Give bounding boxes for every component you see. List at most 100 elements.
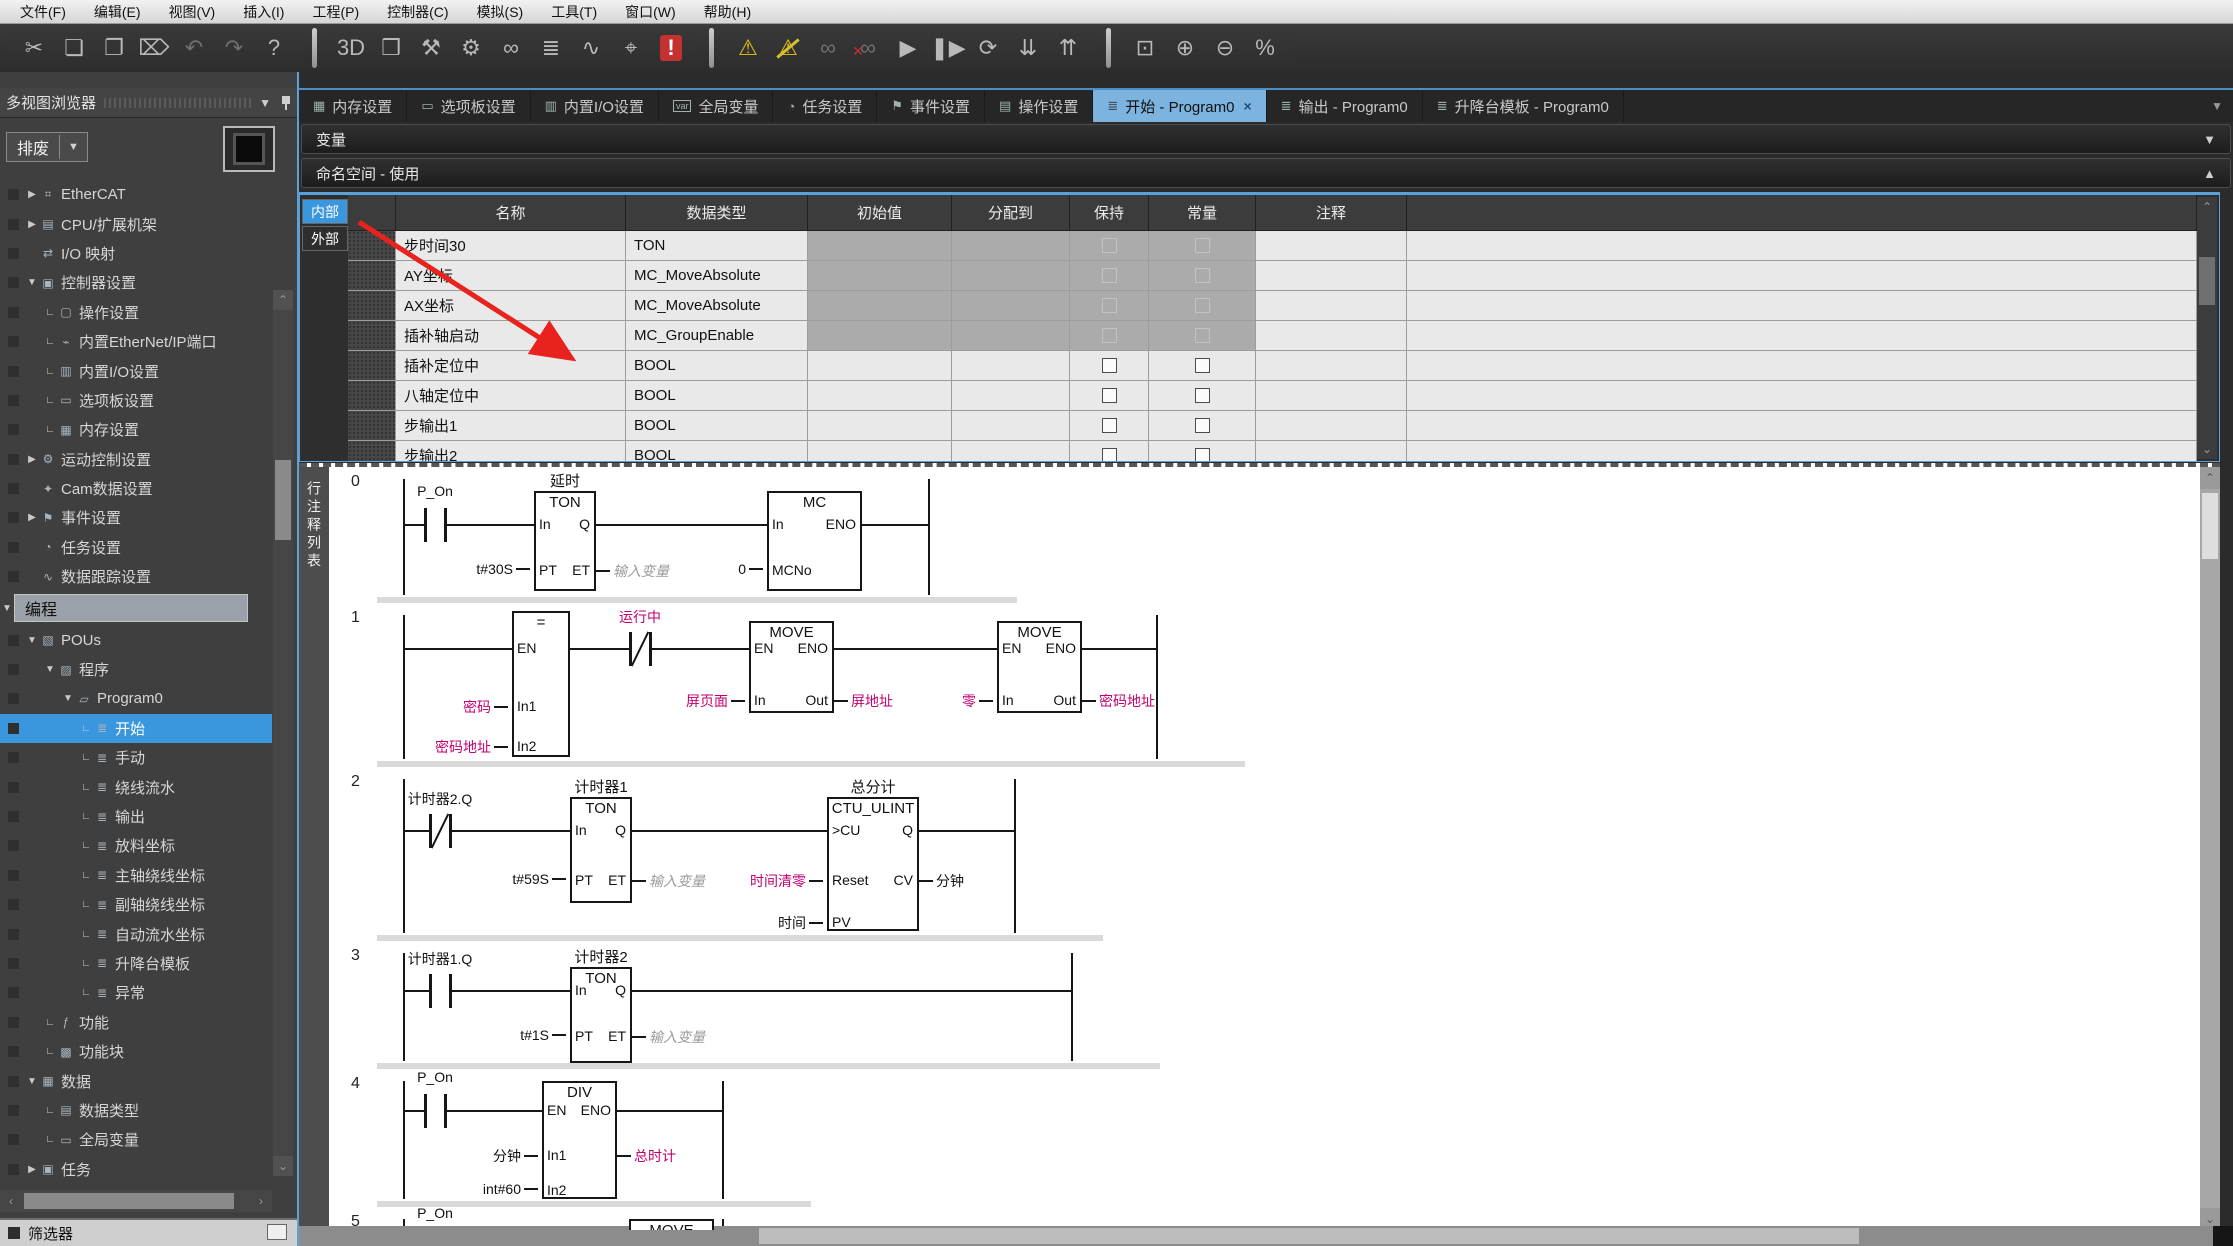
- var-type-cell[interactable]: MC_GroupEnable: [626, 321, 808, 351]
- var-cell[interactable]: [1407, 381, 2197, 411]
- project-selector[interactable]: 排废 ▼: [6, 132, 88, 162]
- sidebar-item-绕线流水[interactable]: ∟≣绕线流水: [0, 772, 272, 801]
- var-type-cell[interactable]: BOOL: [626, 441, 808, 461]
- var-cell[interactable]: [1407, 411, 2197, 441]
- tree-vertical-scrollbar[interactable]: ⌃ ⌄: [273, 290, 293, 1176]
- tab-全局变量[interactable]: var全局变量: [659, 90, 774, 122]
- var-cell[interactable]: [1256, 321, 1407, 351]
- sidebar-item-任务[interactable]: ▶▣任务: [0, 1155, 272, 1181]
- input-operand[interactable]: 时间: [643, 913, 823, 933]
- sidebar-item-功能块[interactable]: ∟▩功能块: [0, 1037, 272, 1066]
- chevron-down-icon[interactable]: ▼: [25, 1076, 39, 1087]
- var-cell[interactable]: [1407, 441, 2197, 461]
- chevron-down-icon[interactable]: ▼: [61, 693, 75, 704]
- variables-collapse-bar[interactable]: 变量 ▼: [301, 124, 2231, 154]
- sidebar-item-数据跟踪设置[interactable]: ∿数据跟踪设置: [0, 562, 272, 591]
- sidebar-item-全局变量[interactable]: ∟▭全局变量: [0, 1125, 272, 1154]
- var-cell[interactable]: [952, 411, 1070, 441]
- chevron-right-icon[interactable]: ▶: [25, 189, 39, 200]
- menu-item[interactable]: 帮助(H): [690, 0, 765, 24]
- var-cell[interactable]: [808, 381, 952, 411]
- input-operand[interactable]: 密码地址: [329, 737, 508, 757]
- tab-操作设置[interactable]: ▤操作设置: [985, 90, 1093, 122]
- var-cell[interactable]: [1256, 381, 1407, 411]
- chevron-up-icon[interactable]: ▲: [2203, 166, 2216, 181]
- paste-icon[interactable]: ❐: [94, 29, 134, 67]
- menu-item[interactable]: 编辑(E): [80, 0, 155, 24]
- menu-item[interactable]: 模拟(S): [463, 0, 538, 24]
- close-icon[interactable]: ×: [1243, 98, 1251, 114]
- row-drag-handle[interactable]: [348, 351, 396, 381]
- upload-icon[interactable]: ⇈: [1048, 29, 1088, 67]
- table-vertical-scrollbar[interactable]: ⌃ ⌄: [2197, 197, 2217, 459]
- sidebar-item-POUs[interactable]: ▼▧POUs: [0, 625, 272, 654]
- column-header-常量[interactable]: 常量: [1149, 195, 1256, 231]
- var-cell[interactable]: [952, 231, 1070, 261]
- build-icon[interactable]: ⚒: [411, 29, 451, 67]
- checkbox[interactable]: [1195, 448, 1210, 461]
- filter-expand-button[interactable]: [267, 1224, 287, 1240]
- compile-check-icon[interactable]: ∞: [491, 29, 531, 67]
- input-operand[interactable]: 零: [813, 691, 993, 711]
- column-header-blank[interactable]: [348, 195, 396, 231]
- var-cell[interactable]: [1256, 291, 1407, 321]
- var-type-cell[interactable]: BOOL: [626, 351, 808, 381]
- rung-number[interactable]: 3: [351, 947, 360, 965]
- var-cell[interactable]: [808, 321, 952, 351]
- chevron-down-icon[interactable]: ▼: [2203, 132, 2216, 147]
- var-cell[interactable]: [1149, 261, 1256, 291]
- var-cell[interactable]: [1149, 381, 1256, 411]
- tree-horizontal-scrollbar[interactable]: ‹ ›: [0, 1190, 272, 1212]
- checkbox[interactable]: [1102, 448, 1117, 461]
- scroll-up-icon[interactable]: ⌃: [2200, 467, 2220, 489]
- input-operand[interactable]: 时间清零: [643, 871, 823, 891]
- help-icon[interactable]: ?: [254, 29, 294, 67]
- checkbox[interactable]: [1195, 358, 1210, 373]
- var-name-cell[interactable]: 八轴定位中: [396, 381, 626, 411]
- var-cell[interactable]: [1070, 441, 1149, 461]
- search-icon[interactable]: ⌖: [611, 29, 651, 67]
- menu-item[interactable]: 工具(T): [537, 0, 611, 24]
- var-cell[interactable]: [1070, 261, 1149, 291]
- scroll-right-icon[interactable]: ›: [250, 1190, 272, 1212]
- output-operand[interactable]: 密码地址: [1082, 691, 1262, 711]
- sidebar-item-数据[interactable]: ▼▦数据: [0, 1066, 272, 1095]
- sidebar-item-程序[interactable]: ▼▨程序: [0, 655, 272, 684]
- var-cell[interactable]: [808, 441, 952, 461]
- sidebar-item-选项板设置[interactable]: ∟▭选项板设置: [0, 386, 272, 415]
- column-header-数据类型[interactable]: 数据类型: [626, 195, 808, 231]
- rung-number[interactable]: 2: [351, 773, 360, 791]
- tab-输出 - Program0[interactable]: ≣输出 - Program0: [1267, 90, 1423, 122]
- chevron-down-icon[interactable]: ▼: [25, 277, 39, 288]
- input-operand[interactable]: 屏页面: [565, 691, 745, 711]
- tab-任务设置[interactable]: ◔任务设置: [773, 90, 877, 122]
- var-cell[interactable]: [1407, 321, 2197, 351]
- var-cell[interactable]: [1149, 351, 1256, 381]
- rung-number[interactable]: 1: [351, 609, 360, 627]
- menu-item[interactable]: 工程(P): [298, 0, 373, 24]
- sidebar-item-运动控制设置[interactable]: ▶⚙运动控制设置: [0, 445, 272, 474]
- redo-icon[interactable]: ↷: [214, 29, 254, 67]
- sidebar-item-功能[interactable]: ∟ƒ功能: [0, 1008, 272, 1037]
- sidebar-item-操作设置[interactable]: ∟▢操作设置: [0, 298, 272, 327]
- chevron-right-icon[interactable]: ▶: [25, 512, 39, 523]
- contact-label[interactable]: 计时器2.Q: [360, 789, 520, 809]
- var-cell[interactable]: [952, 321, 1070, 351]
- tab-升降台模板 - Program0[interactable]: ≣升降台模板 - Program0: [1423, 90, 1624, 122]
- checkbox[interactable]: [1195, 388, 1210, 403]
- var-cell[interactable]: [952, 351, 1070, 381]
- tab-开始 - Program0[interactable]: ≣开始 - Program0×: [1093, 90, 1266, 122]
- row-comment-strip[interactable]: 行注释列表: [299, 467, 329, 1230]
- column-header-blank[interactable]: [1407, 195, 2197, 231]
- input-operand[interactable]: t#30S: [350, 561, 530, 577]
- var-cell[interactable]: [1256, 351, 1407, 381]
- scroll-up-icon[interactable]: ⌃: [273, 290, 293, 310]
- sidebar-item-开始[interactable]: ∟≣开始: [0, 714, 272, 743]
- output-operand[interactable]: 总时计: [617, 1146, 797, 1166]
- var-type-cell[interactable]: BOOL: [626, 381, 808, 411]
- tab-选项板设置[interactable]: ▭选项板设置: [407, 90, 530, 122]
- scroll-left-icon[interactable]: ‹: [0, 1190, 22, 1212]
- var-cell[interactable]: [808, 351, 952, 381]
- sidebar-item-Program0[interactable]: ▼▱Program0: [0, 684, 272, 713]
- scrollbar-thumb[interactable]: [759, 1228, 1859, 1244]
